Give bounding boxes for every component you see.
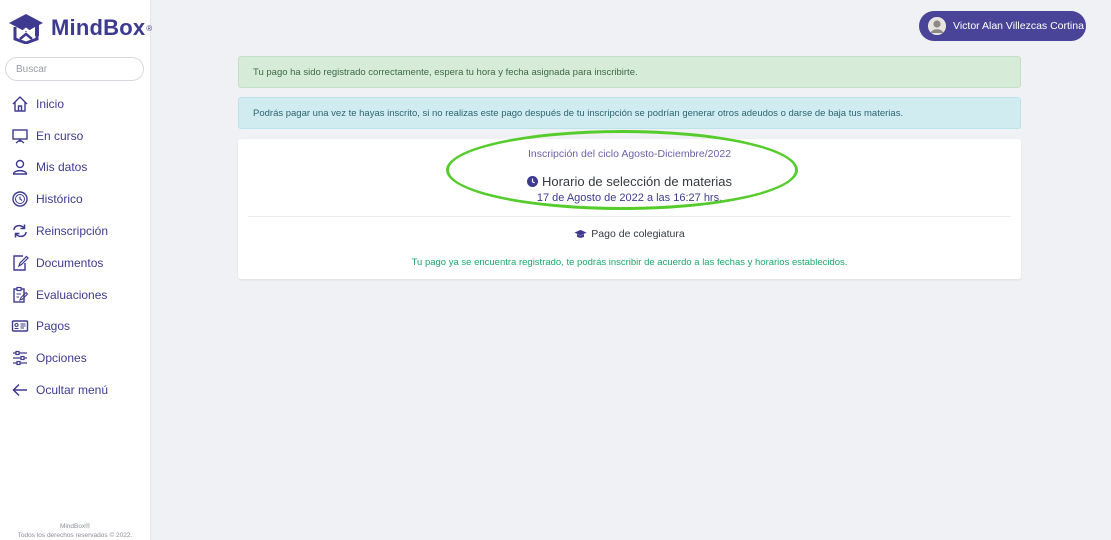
footer-brand: MindBox® [59,523,91,530]
home-icon [10,94,30,114]
payment-registered-message: Tu pago ya se encuentra registrado, te p… [411,257,848,268]
sidebar-item-label: Mis datos [36,160,88,175]
card-divider [248,216,1011,217]
clock-icon [526,176,538,187]
logo-registered-mark: ® [146,23,153,33]
sidebar-item-ocultar-menu[interactable]: Ocultar menú [0,374,150,406]
sidebar-item-inicio[interactable]: Inicio [0,88,150,120]
sidebar: MindBox® Inicio En curso Mis datos His [0,0,152,540]
alert-text: Podrás pagar una vez te hayas inscrito, … [253,107,904,119]
sidebar-item-label: Inicio [36,96,65,111]
sidebar-item-label: Documentos [36,255,104,270]
sidebar-item-reinscripcion[interactable]: Reinscripción [0,215,150,247]
clock-history-icon [10,189,30,209]
logo-icon [9,14,43,44]
sidebar-item-label: Opciones [36,351,87,366]
sidebar-item-en-curso[interactable]: En curso [0,120,150,152]
user-name: Victor Alan Villezcas Cortina [953,20,1084,32]
enrollment-card: Inscripción del ciclo Agosto-Diciembre/2… [238,139,1021,279]
payment-info-alert: Podrás pagar una vez te hayas inscrito, … [238,97,1021,129]
sidebar-item-label: Ocultar menú [36,383,109,398]
payment-success-alert: Tu pago ha sido registrado correctamente… [238,56,1021,88]
tuition-title-text: Pago de colegiatura [591,228,685,240]
footer-copyright: Todos los derechos reservados © 2022. [17,532,133,539]
presentation-board-icon [10,126,30,146]
sidebar-item-label: Reinscripción [36,224,109,239]
avatar [928,17,946,35]
enrollment-cycle-title: Inscripción del ciclo Agosto-Diciembre/2… [527,148,732,160]
sidebar-item-pagos[interactable]: Pagos [0,311,150,343]
sidebar-item-documentos[interactable]: Documentos [0,247,150,279]
sidebar-item-label: En curso [36,128,84,143]
refresh-arrows-icon [10,221,30,241]
sidebar-footer: MindBox® Todos los derechos reservados ©… [0,522,150,540]
schedule-date: 17 de Agosto de 2022 a las 16:27 hrs. [536,192,723,204]
schedule-title-text: Horario de selección de materias [541,174,733,189]
clipboard-edit-icon [10,285,30,305]
sidebar-item-label: Pagos [36,319,71,334]
sidebar-item-label: Evaluaciones [36,287,108,302]
document-edit-icon [10,253,30,273]
sidebar-nav: Inicio En curso Mis datos Histórico Rein… [0,88,150,406]
sidebar-item-mis-datos[interactable]: Mis datos [0,152,150,184]
logo-text: MindBox [51,15,146,40]
user-icon [10,157,30,177]
arrow-left-icon [10,380,30,400]
sidebar-item-label: Histórico [36,192,83,207]
search-input[interactable] [5,57,144,81]
logo[interactable]: MindBox ® [7,12,152,44]
user-menu-button[interactable]: Victor Alan Villezcas Cortina [919,11,1086,41]
id-card-icon [10,316,30,336]
graduation-cap-icon [574,229,587,238]
alert-text: Tu pago ha sido registrado correctamente… [253,66,638,78]
sidebar-item-evaluaciones[interactable]: Evaluaciones [0,279,150,311]
sidebar-item-opciones[interactable]: Opciones [0,342,150,374]
sidebar-item-historico[interactable]: Histórico [0,183,150,215]
tuition-section-title: Pago de colegiatura [238,228,1021,240]
sliders-icon [10,348,30,368]
schedule-title: Horario de selección de materias [238,174,1021,189]
